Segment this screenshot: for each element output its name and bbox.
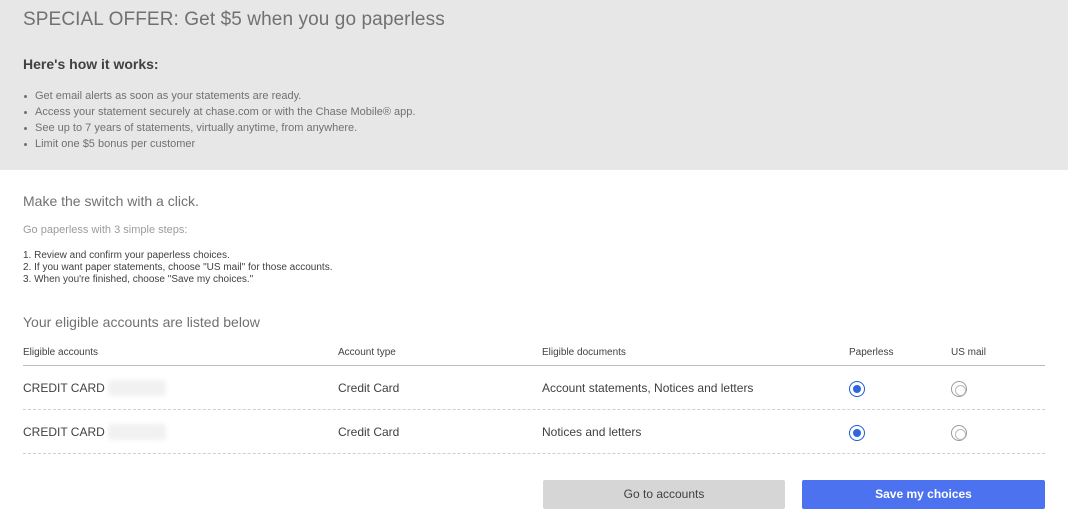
account-name: CREDIT CARD	[23, 425, 105, 439]
masked-account-number	[108, 424, 166, 440]
steps-intro: Go paperless with 3 simple steps:	[23, 224, 188, 236]
us-mail-radio[interactable]	[951, 381, 967, 397]
account-type: Credit Card	[338, 381, 400, 395]
masked-account-number	[108, 380, 166, 396]
accounts-heading: Your eligible accounts are listed below	[23, 314, 260, 330]
step-item: 3. When you're finished, choose "Save my…	[23, 274, 254, 285]
offer-benefit: Access your statement securely at chase.…	[23, 104, 415, 120]
offer-benefits-list: Get email alerts as soon as your stateme…	[23, 88, 415, 152]
offer-benefit: Get email alerts as soon as your stateme…	[23, 88, 415, 104]
column-header-us-mail: US mail	[951, 347, 987, 358]
steps-list: 1. Review and confirm your paperless cho…	[23, 250, 332, 286]
table-row: CREDIT CARD Credit Card Account statemen…	[23, 366, 1045, 410]
paperless-radio[interactable]	[849, 425, 865, 441]
account-type: Credit Card	[338, 425, 400, 439]
offer-title: SPECIAL OFFER: Get $5 when you go paperl…	[23, 9, 445, 30]
eligible-documents: Account statements, Notices and letters	[542, 381, 754, 395]
special-offer-banner: SPECIAL OFFER: Get $5 when you go paperl…	[0, 0, 1068, 170]
save-my-choices-button[interactable]: Save my choices	[802, 480, 1045, 509]
us-mail-radio[interactable]	[951, 425, 967, 441]
table-row: CREDIT CARD Credit Card Notices and lett…	[23, 410, 1045, 454]
offer-benefit: Limit one $5 bonus per customer	[23, 136, 415, 152]
offer-subtitle: Here's how it works:	[23, 56, 159, 72]
switch-title: Make the switch with a click.	[23, 193, 199, 209]
eligible-documents: Notices and letters	[542, 425, 642, 439]
column-header-paperless: Paperless	[849, 347, 894, 358]
step-item: 2. If you want paper statements, choose …	[23, 262, 333, 273]
offer-benefit: See up to 7 years of statements, virtual…	[23, 120, 415, 136]
paperless-radio[interactable]	[849, 381, 865, 397]
step-item: 1. Review and confirm your paperless cho…	[23, 250, 230, 261]
account-name: CREDIT CARD	[23, 381, 105, 395]
column-header-account-type: Account type	[338, 347, 396, 358]
column-header-eligible-accounts: Eligible accounts	[23, 347, 99, 358]
column-header-eligible-documents: Eligible documents	[542, 347, 626, 358]
go-to-accounts-button[interactable]: Go to accounts	[543, 480, 785, 509]
